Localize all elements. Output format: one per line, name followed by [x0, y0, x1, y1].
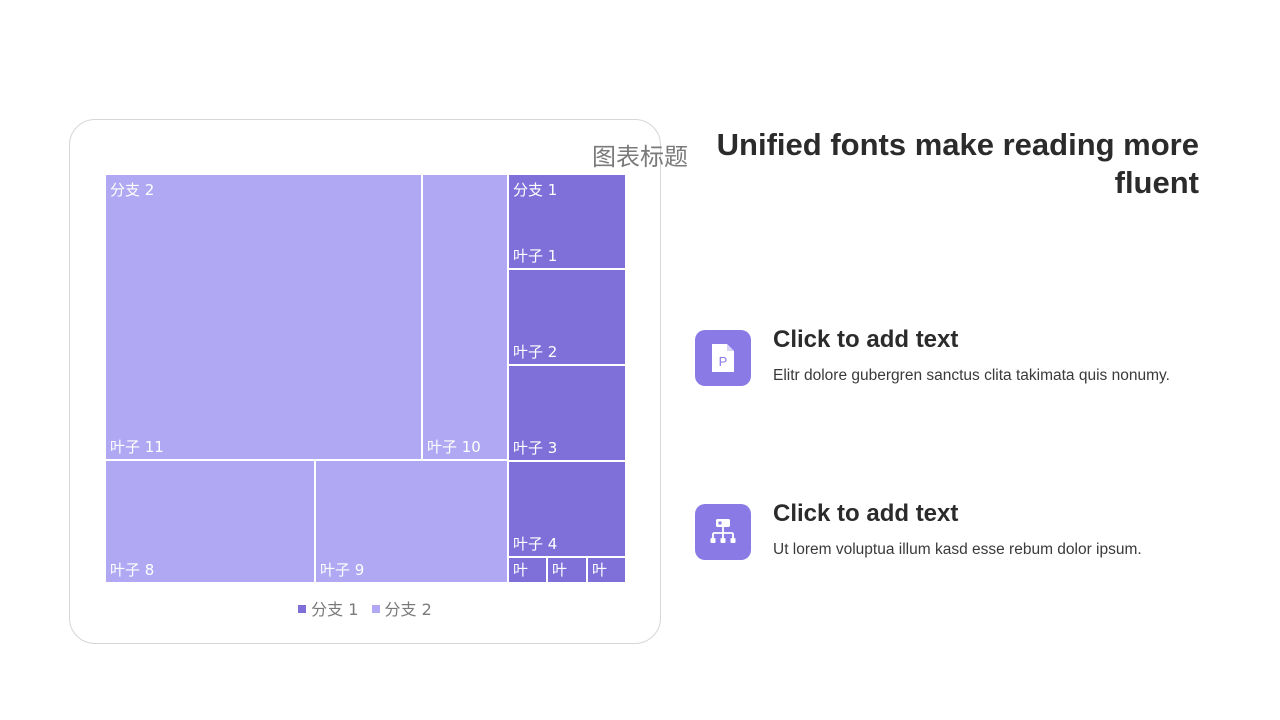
- treemap-leaf-label: 叶子 1: [513, 247, 557, 265]
- svg-text:P: P: [719, 354, 728, 369]
- legend-swatch-branch-1: [298, 605, 307, 613]
- treemap-tile-branch2-2[interactable]: [421, 173, 509, 461]
- legend-label-branch-1: 分支 1: [311, 600, 359, 619]
- treemap-leaf-label: 叶: [513, 561, 528, 579]
- chart-legend: 分支 1 分支 2: [0, 596, 730, 620]
- feature-2-text[interactable]: Ut lorem voluptua illum kasd esse rebum …: [773, 541, 1142, 559]
- treemap-leaf-label: 叶子 2: [513, 343, 557, 361]
- legend-label-branch-2: 分支 2: [384, 600, 432, 619]
- legend-item-branch-2: 分支 2: [371, 596, 432, 620]
- hierarchy-icon: [695, 504, 751, 560]
- document-p-icon: P: [695, 330, 751, 386]
- legend-swatch-branch-2: [371, 605, 380, 613]
- feature-2-title[interactable]: Click to add text: [773, 500, 958, 528]
- treemap-leaf-label: 叶子 4: [513, 535, 557, 553]
- treemap-leaf-label: 叶子 10: [427, 438, 481, 456]
- headline[interactable]: Unified fonts make reading more fluent: [639, 126, 1199, 202]
- treemap-leaf-label: 叶: [552, 561, 567, 579]
- treemap-branch-label-1: 分支 1: [513, 181, 557, 199]
- treemap-leaf-label: 叶子 3: [513, 439, 557, 457]
- legend-item-branch-1: 分支 1: [298, 596, 358, 620]
- treemap-branch-label-2: 分支 2: [110, 181, 154, 199]
- feature-1-title[interactable]: Click to add text: [773, 326, 958, 354]
- treemap-leaf-label: 叶子 8: [110, 561, 154, 579]
- treemap-leaf-label: 叶子 11: [110, 438, 164, 456]
- treemap-tile-branch2-1[interactable]: [104, 173, 423, 461]
- treemap-leaf-label: 叶子 9: [320, 561, 364, 579]
- feature-1-text[interactable]: Elitr dolore gubergren sanctus clita tak…: [773, 367, 1170, 385]
- treemap-leaf-label: 叶: [592, 561, 607, 579]
